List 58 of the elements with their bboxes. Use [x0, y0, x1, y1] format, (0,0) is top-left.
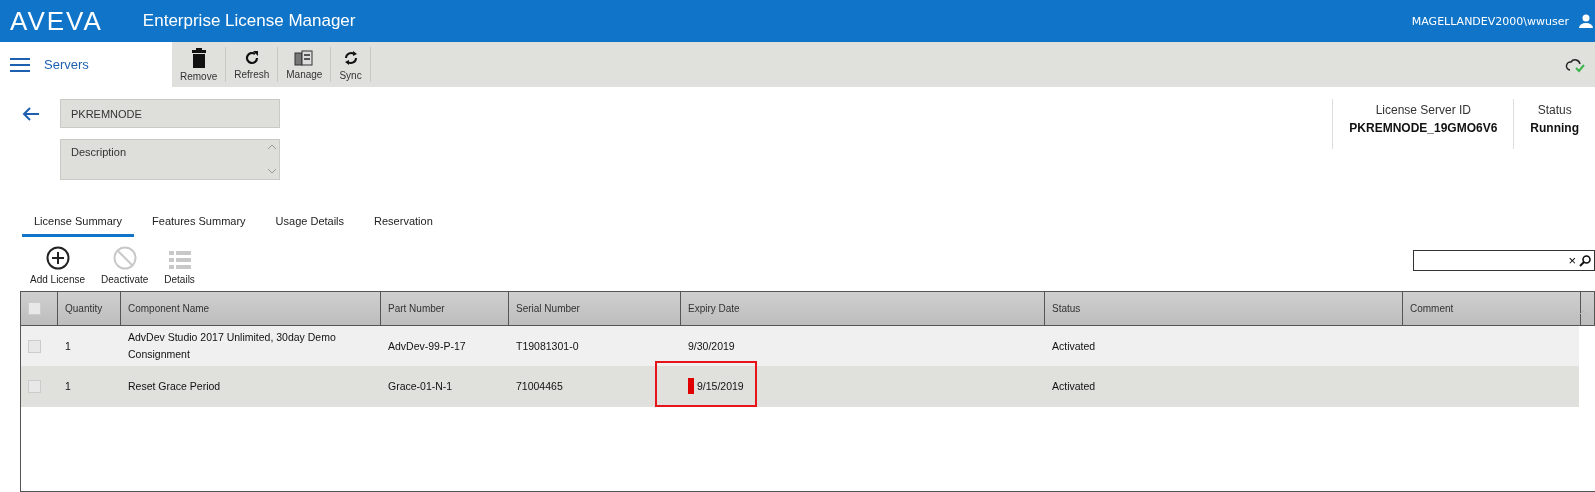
menu-icon[interactable] [10, 57, 30, 72]
tab[interactable]: Features Summary [140, 207, 258, 237]
description-field[interactable]: Description [60, 139, 280, 180]
column-header[interactable]: Status [1045, 292, 1403, 325]
table-cell-text: Reset Grace Period [128, 379, 222, 395]
servers-icon [294, 49, 315, 66]
server-name-field[interactable]: PKREMNODE [60, 99, 280, 128]
column-header[interactable]: Comment [1403, 292, 1581, 325]
table-cell-text: 71004465 [516, 379, 563, 395]
user-name: MAGELLANDEV2000\wwuser [1411, 14, 1569, 28]
search-field[interactable]: × [1413, 250, 1595, 271]
table-cell-text: Activated [1052, 379, 1096, 395]
sync-icon [342, 48, 359, 67]
table-cell-text: 9/30/2019 [688, 338, 735, 354]
tab[interactable]: Usage Details [263, 207, 357, 237]
tab[interactable]: License Summary [22, 207, 135, 237]
user-icon[interactable] [1579, 14, 1593, 28]
toolbar-button[interactable]: Remove [172, 47, 227, 82]
logo: AVEVA [10, 5, 103, 37]
action-button[interactable]: Add License [22, 246, 94, 285]
trash-icon [191, 47, 206, 68]
search-icon[interactable] [1579, 254, 1591, 267]
server-id: PKREMNODE_19GMO6V6 [1349, 121, 1498, 135]
clear-button[interactable]: × [1568, 254, 1576, 267]
refresh-icon [243, 49, 260, 66]
column-header[interactable]: Serial Number [509, 292, 681, 325]
status-label: Status [1537, 103, 1572, 117]
table-cell-text: Activated [1052, 338, 1096, 354]
table-cell-text: 9/15/2019 [697, 379, 744, 395]
table-row[interactable]: 1 Reset Grace Period Grace-01-N-1 71004465 9/15/2019 Activated [21, 366, 1579, 407]
back-arrow-icon[interactable] [22, 107, 40, 121]
column-header[interactable]: Component Name [121, 292, 381, 325]
row-checkbox[interactable] [28, 339, 41, 353]
table-cell-text: 1 [65, 379, 71, 395]
column-header[interactable]: Quantity [58, 292, 121, 325]
plus-circle-icon [45, 246, 70, 270]
app-title: Enterprise License Manager [142, 11, 356, 31]
server-id-label: License Server ID [1375, 103, 1471, 117]
prohibited-icon [112, 246, 137, 270]
list-icon [168, 250, 191, 270]
table-row[interactable]: 1 AdvDev Studio 2017 Unlimited, 30day Demo Consignment AdvDev-99-P-17 T19081301-0 9/30/2019 Activated [21, 326, 1579, 366]
toolbar-button[interactable]: Sync [331, 47, 371, 82]
warning-marker [688, 378, 694, 395]
column-header[interactable]: Part Number [381, 292, 509, 325]
table-cell-text: T19081301-0 [516, 338, 579, 354]
table-cell-text: Grace-01-N-1 [388, 379, 453, 395]
nav-title: Servers [44, 57, 89, 72]
cloud-check-icon [1565, 56, 1585, 73]
table-cell-text: AdvDev-99-P-17 [388, 338, 466, 354]
row-checkbox[interactable] [28, 380, 41, 393]
column-header[interactable]: Expiry Date [681, 292, 1045, 325]
server-status: Running [1530, 121, 1579, 135]
select-all-checkbox[interactable] [28, 302, 41, 315]
table-cell-text: 1 [65, 338, 71, 354]
toolbar-button[interactable]: Manage [278, 47, 332, 82]
table-cell-text: AdvDev Studio 2017 Unlimited, 30day Demo Consignment [128, 330, 337, 362]
tab[interactable]: Reservation [362, 207, 445, 237]
toolbar-button[interactable]: Refresh [226, 47, 279, 82]
